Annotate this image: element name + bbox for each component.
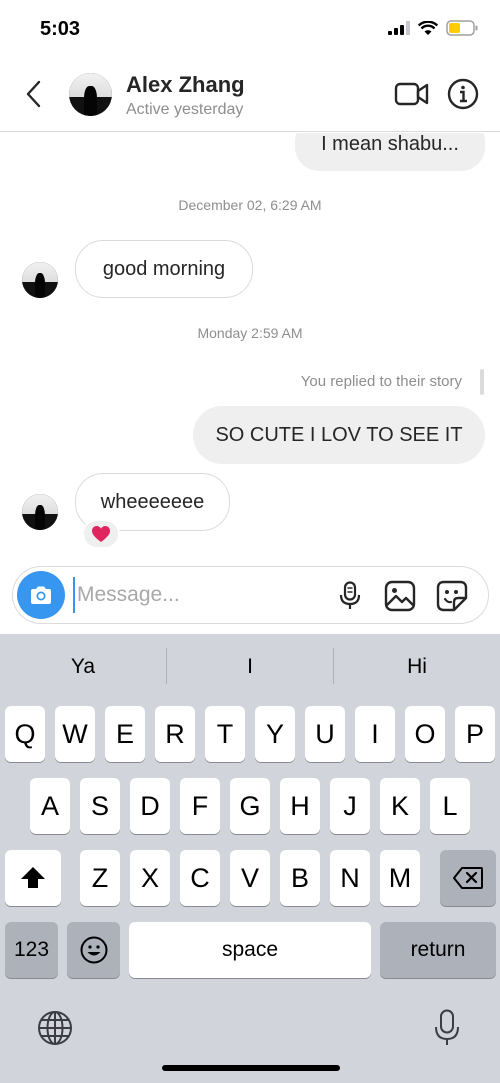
wifi-icon (418, 20, 438, 35)
suggestion-item[interactable]: Hi (334, 634, 500, 700)
battery-icon (446, 20, 478, 36)
timestamp: December 02, 6:29 AM (178, 197, 322, 213)
space-key[interactable]: space (129, 922, 371, 978)
status-time: 5:03 (40, 18, 81, 40)
sender-avatar[interactable] (22, 262, 58, 298)
dictation-button[interactable] (427, 1008, 467, 1048)
key-i[interactable]: I (355, 706, 395, 762)
sticker-icon (436, 580, 468, 612)
emoji-icon (80, 936, 107, 964)
key-b[interactable]: B (280, 850, 320, 906)
backspace-icon (453, 867, 483, 889)
emoji-key[interactable] (67, 922, 120, 978)
key-o[interactable]: O (405, 706, 445, 762)
message-incoming[interactable]: good morning (75, 240, 253, 298)
story-reply-bar (480, 369, 484, 395)
cellular-signal-icon (388, 21, 410, 35)
key-g[interactable]: G (230, 778, 270, 834)
key-t[interactable]: T (205, 706, 245, 762)
key-s[interactable]: S (80, 778, 120, 834)
numbers-key[interactable]: 123 (5, 922, 58, 978)
key-h[interactable]: H (280, 778, 320, 834)
globe-icon (38, 1011, 72, 1045)
chevron-left-icon (26, 80, 41, 108)
camera-icon (31, 586, 51, 604)
info-icon (447, 78, 479, 110)
chat-header: Alex Zhang Active yesterday (0, 56, 500, 132)
key-z[interactable]: Z (80, 850, 120, 906)
key-m[interactable]: M (380, 850, 420, 906)
back-button[interactable] (18, 78, 48, 110)
message-outgoing[interactable]: I mean shabu... (295, 133, 485, 171)
message-outgoing[interactable]: SO CUTE I LOV TO SEE IT (193, 406, 485, 464)
key-p[interactable]: P (455, 706, 495, 762)
key-d[interactable]: D (130, 778, 170, 834)
key-v[interactable]: V (230, 850, 270, 906)
key-a[interactable]: A (30, 778, 70, 834)
gallery-button[interactable] (383, 579, 417, 613)
sender-avatar[interactable] (22, 494, 58, 530)
status-bar: 5:03 (0, 0, 500, 56)
key-j[interactable]: J (330, 778, 370, 834)
suggestion-item[interactable]: I (167, 634, 333, 700)
keyboard: Ya I Hi Q W E R T Y U I O P A S D F G H … (0, 634, 500, 1083)
message-composer (12, 566, 489, 624)
globe-button[interactable] (35, 1008, 75, 1048)
suggestion-item[interactable]: Ya (0, 634, 166, 700)
microphone-icon (435, 1009, 459, 1045)
return-key[interactable]: return (380, 922, 496, 978)
status-icons (388, 20, 478, 36)
timestamp: Monday 2:59 AM (197, 325, 303, 341)
key-k[interactable]: K (380, 778, 420, 834)
heart-reaction[interactable]: ❤️ (82, 519, 120, 549)
video-call-button[interactable] (394, 80, 430, 108)
story-reply-note: You replied to their story (300, 373, 462, 390)
key-q[interactable]: Q (5, 706, 45, 762)
message-text: good morning (102, 257, 226, 280)
contact-status: Active yesterday (126, 101, 244, 118)
image-icon (384, 580, 416, 612)
key-e[interactable]: E (105, 706, 145, 762)
key-c[interactable]: C (180, 850, 220, 906)
camera-button[interactable] (17, 571, 65, 619)
delete-key[interactable] (440, 850, 496, 906)
key-w[interactable]: W (55, 706, 95, 762)
key-f[interactable]: F (180, 778, 220, 834)
key-l[interactable]: L (430, 778, 470, 834)
info-button[interactable] (447, 78, 479, 110)
key-r[interactable]: R (155, 706, 195, 762)
home-indicator[interactable] (162, 1065, 340, 1071)
message-thread[interactable]: I mean shabu... December 02, 6:29 AM goo… (0, 133, 500, 558)
message-input[interactable] (73, 577, 323, 613)
shift-arrow-icon (21, 867, 45, 888)
contact-avatar[interactable] (69, 73, 112, 116)
contact-name[interactable]: Alex Zhang (126, 72, 245, 98)
key-x[interactable]: X (130, 850, 170, 906)
video-camera-icon (394, 82, 429, 106)
key-u[interactable]: U (305, 706, 345, 762)
suggestion-bar: Ya I Hi (0, 634, 500, 700)
sticker-button[interactable] (435, 579, 469, 613)
key-n[interactable]: N (330, 850, 370, 906)
message-text: I mean shabu... (321, 133, 459, 155)
microphone-icon (339, 581, 361, 609)
key-y[interactable]: Y (255, 706, 295, 762)
voice-message-button[interactable] (333, 579, 367, 613)
heart-icon (92, 526, 110, 542)
shift-key[interactable] (5, 850, 61, 906)
message-text: SO CUTE I LOV TO SEE IT (215, 423, 463, 446)
message-text: wheeeeeee (100, 490, 205, 513)
